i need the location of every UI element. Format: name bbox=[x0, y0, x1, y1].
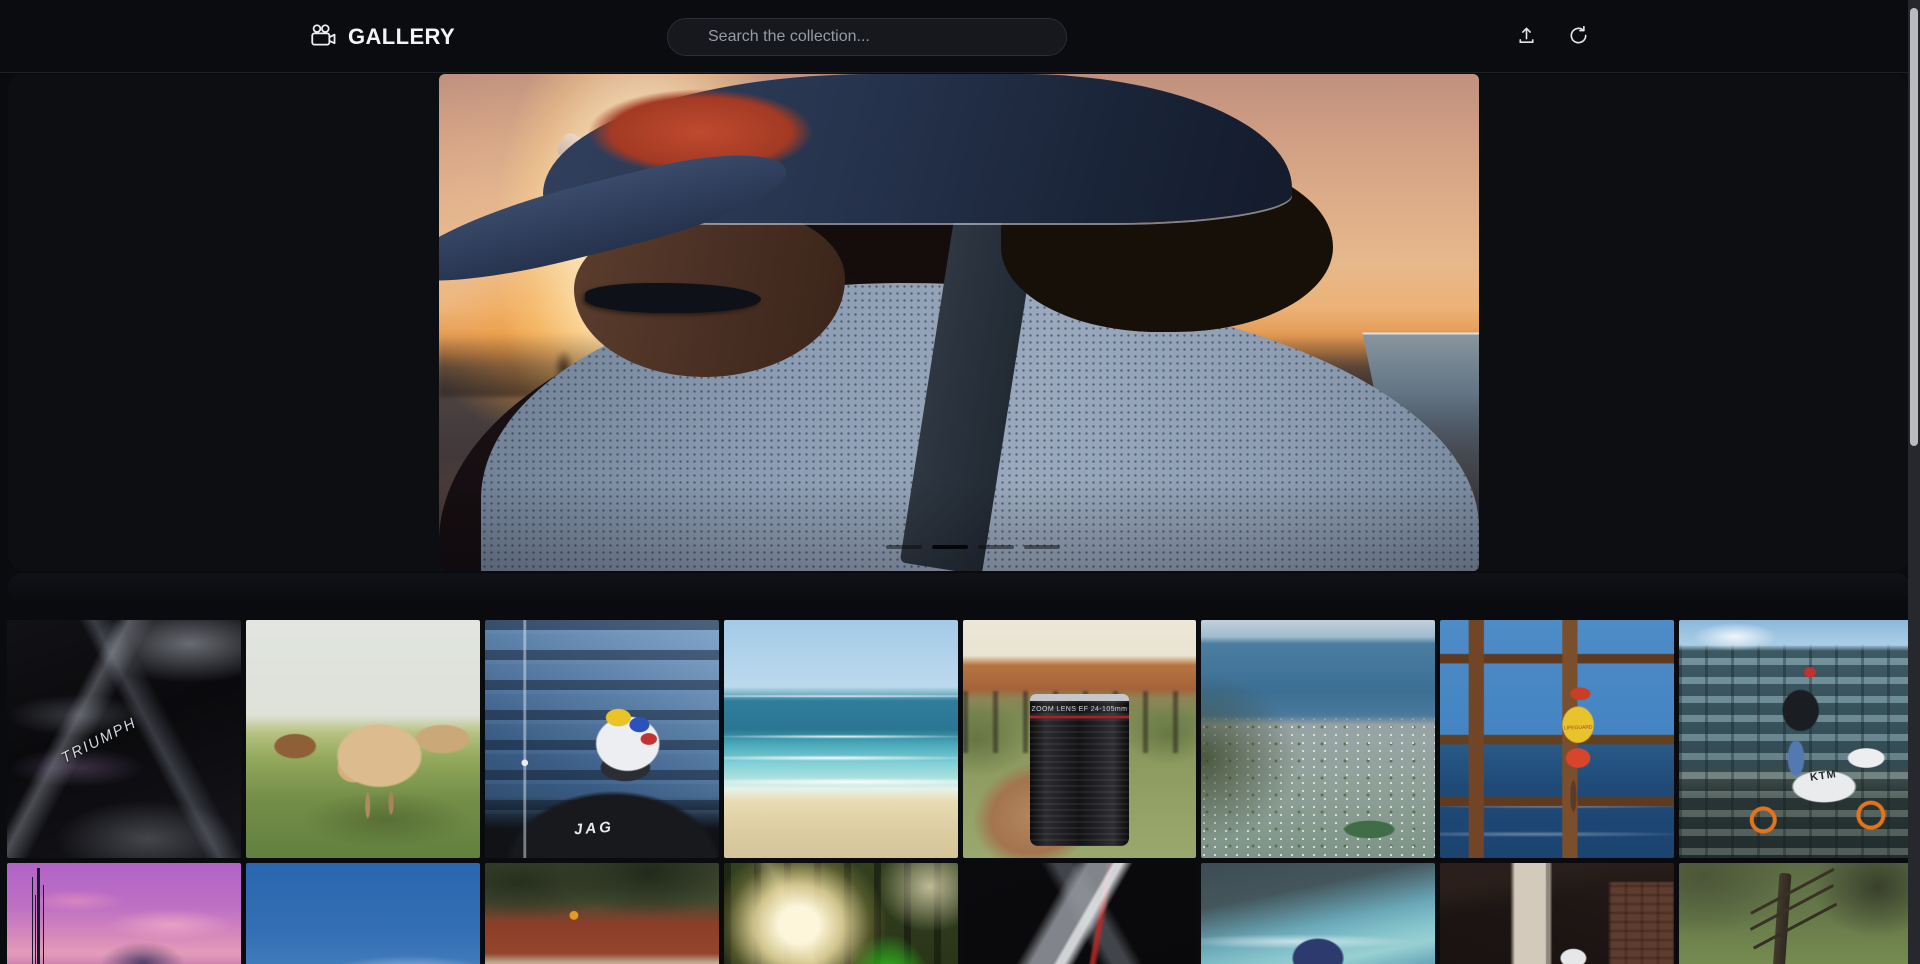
gallery-thumb-dark-sportbike[interactable] bbox=[963, 863, 1197, 964]
carousel-dash-2[interactable] bbox=[932, 545, 968, 549]
gallery-thumb-cow-pasture[interactable] bbox=[246, 620, 480, 858]
search-input[interactable] bbox=[667, 18, 1067, 56]
scrollbar-track[interactable] bbox=[1908, 0, 1920, 964]
carousel-peek-panel bbox=[8, 573, 1910, 601]
carousel-indicators bbox=[886, 545, 1060, 549]
app-header: GALLERY bbox=[0, 0, 1920, 73]
upload-button[interactable] bbox=[1510, 21, 1542, 53]
thumbnail-grid: TRIUMPH JAG ZOOM LENS EF 24-105mm LIFEGUARD… bbox=[7, 620, 1913, 964]
carousel-stage bbox=[8, 74, 1910, 571]
gallery-thumb-helmet-building[interactable]: JAG bbox=[485, 620, 719, 858]
gallery-thumb-green-motorcycle[interactable] bbox=[724, 863, 958, 964]
carousel-slide-image[interactable] bbox=[439, 74, 1479, 571]
gallery-thumb-red-roof[interactable] bbox=[485, 863, 719, 964]
gallery-thumb-lifeguard-tower[interactable]: LIFEGUARD bbox=[1440, 620, 1674, 858]
photo-text: LIFEGUARD bbox=[1564, 724, 1593, 731]
gallery-thumb-masked-rider[interactable] bbox=[1440, 863, 1674, 964]
gallery-thumb-triumph-motorcycle[interactable]: TRIUMPH bbox=[7, 620, 241, 858]
photo-text: JAG bbox=[573, 819, 614, 839]
scrollbar-thumb[interactable] bbox=[1910, 8, 1918, 446]
gallery-thumb-aerial-city[interactable] bbox=[1201, 620, 1435, 858]
refresh-button[interactable] bbox=[1562, 21, 1594, 53]
refresh-icon bbox=[1567, 24, 1590, 50]
carousel-dash-4[interactable] bbox=[1024, 545, 1060, 549]
app-logo: GALLERY bbox=[310, 0, 455, 73]
photo-text: KTM bbox=[1809, 768, 1837, 784]
vignette-layer bbox=[439, 74, 1479, 571]
gallery-thumb-tree-antelope[interactable] bbox=[1679, 863, 1913, 964]
photo-text: ZOOM LENS EF 24-105mm bbox=[1030, 694, 1128, 846]
upload-icon bbox=[1515, 24, 1538, 50]
camera-reels-icon bbox=[310, 23, 337, 50]
app-title: GALLERY bbox=[348, 24, 455, 50]
header-actions bbox=[1510, 0, 1594, 73]
gallery-thumb-bucket-hat[interactable] bbox=[1201, 863, 1435, 964]
gallery-thumb-ktm-rider[interactable]: KTM bbox=[1679, 620, 1913, 858]
carousel-dash-3[interactable] bbox=[978, 545, 1014, 549]
carousel-dash-1[interactable] bbox=[886, 545, 922, 549]
photo-text: TRIUMPH bbox=[59, 714, 140, 767]
gallery-thumb-lens-mug[interactable]: ZOOM LENS EF 24-105mm bbox=[963, 620, 1197, 858]
gallery-thumb-ocean-beach[interactable] bbox=[724, 620, 958, 858]
gallery-thumb-purple-sunset[interactable] bbox=[7, 863, 241, 964]
gallery-thumb-blue-sky[interactable] bbox=[246, 863, 480, 964]
gallery-app: GALLERY bbox=[0, 0, 1920, 964]
